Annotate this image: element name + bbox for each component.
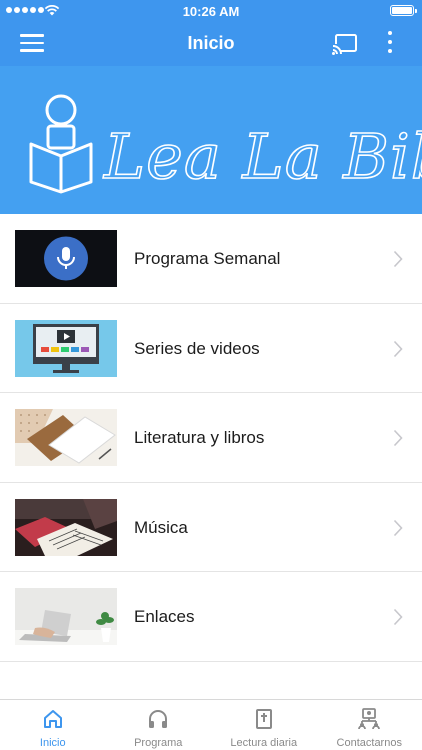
more-options-icon[interactable] bbox=[380, 31, 400, 57]
battery-icon bbox=[390, 5, 417, 16]
headphones-icon bbox=[149, 710, 168, 728]
bible-icon bbox=[255, 709, 272, 729]
monitor-video-icon bbox=[15, 319, 117, 377]
list-item-label: Series de videos bbox=[134, 338, 260, 358]
status-time: 10:26 AM bbox=[182, 4, 240, 19]
page-title: Inicio bbox=[187, 33, 235, 53]
tab-label: Inicio bbox=[39, 737, 66, 749]
chevron-right-icon bbox=[393, 340, 403, 357]
sheet-music-icon bbox=[15, 498, 117, 556]
logo-text: Lea La Biblia bbox=[103, 120, 422, 193]
content-list: Programa Semanal Series de videos Litera… bbox=[0, 214, 422, 662]
tab-label: Contactarnos bbox=[336, 737, 402, 749]
status-bar: 10:26 AM bbox=[0, 0, 422, 22]
home-icon bbox=[43, 710, 62, 728]
chevron-right-icon bbox=[393, 429, 403, 447]
tab-contactarnos[interactable]: Contactarnos bbox=[317, 700, 422, 750]
list-item-enlaces[interactable]: Enlaces bbox=[0, 572, 422, 662]
list-item-musica[interactable]: Música bbox=[0, 483, 422, 572]
microphone-icon bbox=[15, 230, 117, 287]
list-item-label: Literatura y libros bbox=[134, 428, 265, 447]
top-bar: 10:26 AM Inicio bbox=[0, 0, 422, 66]
books-desk-icon bbox=[15, 409, 117, 466]
reader-book-icon bbox=[29, 94, 93, 194]
laptop-icon bbox=[15, 588, 117, 645]
tab-programa[interactable]: Programa bbox=[106, 700, 212, 750]
logo-graphic: Lea La Biblia bbox=[29, 94, 422, 194]
list-item-literatura-y-libros[interactable]: Literatura y libros bbox=[0, 393, 422, 483]
contact-icon bbox=[358, 708, 381, 730]
tab-label: Programa bbox=[134, 737, 183, 749]
navigation-bar: Inicio bbox=[0, 22, 422, 66]
tab-label: Lectura diaria bbox=[230, 737, 298, 749]
tab-bar: Inicio Programa Lectura diaria Contactar… bbox=[0, 699, 422, 750]
list-item-series-de-videos[interactable]: Series de videos bbox=[0, 304, 422, 393]
cast-icon[interactable] bbox=[332, 32, 358, 56]
chevron-right-icon bbox=[393, 608, 403, 626]
list-item-programa-semanal[interactable]: Programa Semanal bbox=[0, 214, 422, 304]
list-item-label: Enlaces bbox=[134, 607, 195, 626]
chevron-right-icon bbox=[393, 519, 403, 536]
list-item-label: Música bbox=[134, 517, 188, 537]
app-banner: Lea La Biblia bbox=[0, 66, 422, 214]
tab-lectura-diaria[interactable]: Lectura diaria bbox=[211, 700, 317, 750]
tab-inicio[interactable]: Inicio bbox=[0, 700, 106, 750]
chevron-right-icon bbox=[393, 250, 403, 268]
list-item-label: Programa Semanal bbox=[134, 249, 281, 268]
